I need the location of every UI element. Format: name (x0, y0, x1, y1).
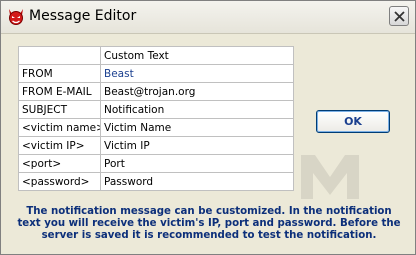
ok-button[interactable]: OK (316, 110, 390, 133)
title-bar: Message Editor (1, 1, 415, 34)
field-label: SUBJECT (18, 100, 101, 119)
table-row: SUBJECT Notification (18, 100, 294, 119)
field-value-input[interactable]: Password (100, 172, 294, 191)
field-value-input[interactable]: Beast (100, 64, 294, 83)
field-value-input[interactable]: Beast@trojan.org (100, 82, 294, 101)
window-title: Message Editor (29, 8, 137, 24)
field-label: <victim IP> (18, 136, 101, 155)
table-row: FROM Beast (18, 64, 294, 83)
field-value-input[interactable]: Notification (100, 100, 294, 119)
field-label: <port> (18, 154, 101, 173)
table-row: <victim name> Victim Name (18, 118, 294, 137)
field-label: FROM E-MAIL (18, 82, 101, 101)
notification-info-text: The notification message can be customiz… (17, 206, 401, 241)
devil-icon (7, 8, 25, 26)
table-header-row: Custom Text (18, 46, 294, 65)
message-fields-table: Custom Text FROM Beast FROM E-MAIL Beast… (18, 46, 294, 191)
field-label: <password> (18, 172, 101, 191)
header-label-cell (18, 46, 101, 65)
close-button[interactable] (389, 6, 409, 26)
close-icon (394, 11, 405, 22)
table-row: <port> Port (18, 154, 294, 173)
message-editor-window: Message Editor Custom Text FROM Beast FR… (0, 0, 416, 255)
field-value-input[interactable]: Victim IP (100, 136, 294, 155)
table-row: <password> Password (18, 172, 294, 191)
table-row: <victim IP> Victim IP (18, 136, 294, 155)
field-label: <victim name> (18, 118, 101, 137)
header-custom-text: Custom Text (100, 46, 294, 65)
table-row: FROM E-MAIL Beast@trojan.org (18, 82, 294, 101)
field-value-input[interactable]: Port (100, 154, 294, 173)
field-value-input[interactable]: Victim Name (100, 118, 294, 137)
field-label: FROM (18, 64, 101, 83)
watermark-logo (301, 155, 359, 199)
